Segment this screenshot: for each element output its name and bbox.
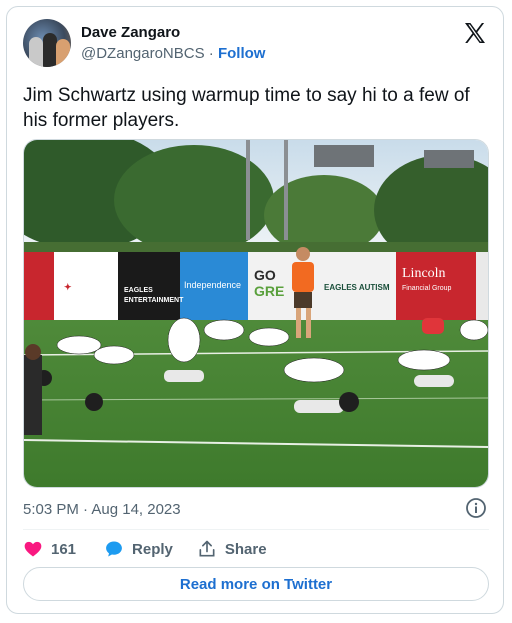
tweet-timestamp[interactable]: 5:03 PM · Aug 14, 2023 bbox=[23, 501, 181, 518]
share-button[interactable]: Share bbox=[197, 539, 267, 559]
svg-text:Independence: Independence bbox=[184, 280, 241, 290]
heart-icon bbox=[24, 541, 42, 557]
reply-label: Reply bbox=[132, 540, 173, 558]
tweet-text: Jim Schwartz using warmup time to say hi… bbox=[23, 85, 470, 131]
svg-text:GO: GO bbox=[254, 267, 276, 283]
share-icon bbox=[199, 540, 215, 557]
svg-text:Financial Group: Financial Group bbox=[402, 285, 452, 292]
svg-text:EAGLES: EAGLES bbox=[124, 287, 153, 294]
like-button[interactable]: 161 bbox=[23, 539, 76, 559]
follow-button[interactable]: Follow bbox=[218, 45, 266, 62]
separator-dot: · bbox=[208, 45, 214, 62]
like-count: 161 bbox=[51, 540, 77, 558]
reply-button[interactable]: Reply bbox=[104, 539, 173, 559]
x-logo-icon[interactable] bbox=[463, 21, 487, 45]
svg-text:EAGLES AUTISM: EAGLES AUTISM bbox=[324, 283, 390, 292]
avatar[interactable] bbox=[23, 19, 71, 67]
practice-field-photo: ✦ EAGLES ENTERTAINMENT Independence GO G… bbox=[24, 140, 488, 487]
share-label: Share bbox=[224, 540, 267, 558]
author-handle[interactable]: @DZangaroNBCS bbox=[81, 45, 205, 62]
read-more-button[interactable]: Read more on Twitter bbox=[23, 567, 489, 601]
divider bbox=[23, 529, 489, 530]
author-handle-row: @DZangaroNBCS · Follow bbox=[81, 45, 265, 62]
info-icon[interactable] bbox=[465, 497, 487, 519]
svg-text:Lincoln: Lincoln bbox=[402, 266, 446, 281]
svg-text:GRE: GRE bbox=[254, 283, 284, 299]
svg-text:✦: ✦ bbox=[64, 282, 72, 292]
tweet-actions: 161 Reply Share bbox=[23, 537, 291, 561]
tweet-card: Dave Zangaro @DZangaroNBCS · Follow Jim … bbox=[6, 6, 504, 614]
author-name[interactable]: Dave Zangaro bbox=[81, 24, 180, 41]
reply-bubble-icon bbox=[106, 541, 122, 557]
svg-text:ENTERTAINMENT: ENTERTAINMENT bbox=[124, 297, 184, 304]
read-more-label: Read more on Twitter bbox=[179, 575, 333, 593]
tweet-photo[interactable]: ✦ EAGLES ENTERTAINMENT Independence GO G… bbox=[23, 139, 489, 488]
